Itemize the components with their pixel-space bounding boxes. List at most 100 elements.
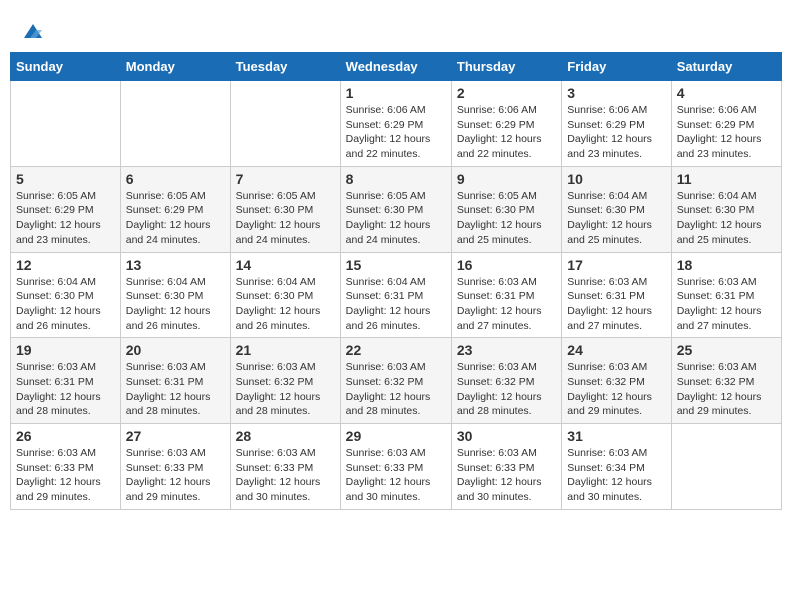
day-info: Sunrise: 6:04 AM Sunset: 6:31 PM Dayligh… [346, 275, 446, 334]
day-info: Sunrise: 6:04 AM Sunset: 6:30 PM Dayligh… [16, 275, 115, 334]
day-info: Sunrise: 6:03 AM Sunset: 6:31 PM Dayligh… [677, 275, 776, 334]
calendar-cell: 13Sunrise: 6:04 AM Sunset: 6:30 PM Dayli… [120, 252, 230, 338]
day-number: 30 [457, 428, 556, 444]
calendar-cell: 23 Sunrise: 6:03 AM Sunset: 6:32 PM Dayli… [451, 338, 561, 424]
calendar-cell: 16 Sunrise: 6:03 AM Sunset: 6:31 PM Dayli… [451, 252, 561, 338]
day-number: 26 [16, 428, 115, 444]
day-number: 22 [346, 342, 446, 358]
calendar-cell [120, 81, 230, 167]
calendar-day-header: Saturday [671, 53, 781, 81]
calendar-cell: 4Sunrise: 6:06 AM Sunset: 6:29 PM Daylig… [671, 81, 781, 167]
day-info: Sunrise: 6:03 AM Sunset: 6:32 PM Dayligh… [567, 360, 665, 419]
day-info: Sunrise: 6:03 AM Sunset: 6:33 PM Dayligh… [16, 446, 115, 505]
logo-icon [22, 20, 44, 42]
day-info: Sunrise: 6:05 AM Sunset: 6:30 PM Dayligh… [457, 189, 556, 248]
day-number: 14 [236, 257, 335, 273]
day-number: 18 [677, 257, 776, 273]
day-number: 19 [16, 342, 115, 358]
calendar-cell: 2Sunrise: 6:06 AM Sunset: 6:29 PM Daylig… [451, 81, 561, 167]
day-number: 29 [346, 428, 446, 444]
calendar-cell: 17Sunrise: 6:03 AM Sunset: 6:31 PM Dayli… [562, 252, 671, 338]
day-number: 9 [457, 171, 556, 187]
day-number: 3 [567, 85, 665, 101]
calendar-cell [230, 81, 340, 167]
calendar-cell: 24 Sunrise: 6:03 AM Sunset: 6:32 PM Dayli… [562, 338, 671, 424]
calendar-day-header: Thursday [451, 53, 561, 81]
calendar-cell: 5 Sunrise: 6:05 AM Sunset: 6:29 PM Daylig… [11, 166, 121, 252]
calendar-cell: 20 Sunrise: 6:03 AM Sunset: 6:31 PM Dayli… [120, 338, 230, 424]
day-number: 6 [126, 171, 225, 187]
calendar-cell: 29 Sunrise: 6:03 AM Sunset: 6:33 PM Dayli… [340, 424, 451, 510]
day-number: 24 [567, 342, 665, 358]
day-number: 5 [16, 171, 115, 187]
day-number: 17 [567, 257, 665, 273]
calendar-week-row: 12Sunrise: 6:04 AM Sunset: 6:30 PM Dayli… [11, 252, 782, 338]
calendar-cell: 12Sunrise: 6:04 AM Sunset: 6:30 PM Dayli… [11, 252, 121, 338]
day-info: Sunrise: 6:06 AM Sunset: 6:29 PM Dayligh… [567, 103, 665, 162]
calendar-cell: 27 Sunrise: 6:03 AM Sunset: 6:33 PM Dayli… [120, 424, 230, 510]
calendar-cell: 3 Sunrise: 6:06 AM Sunset: 6:29 PM Daylig… [562, 81, 671, 167]
calendar-cell: 22 Sunrise: 6:03 AM Sunset: 6:32 PM Dayli… [340, 338, 451, 424]
day-info: Sunrise: 6:03 AM Sunset: 6:31 PM Dayligh… [126, 360, 225, 419]
calendar-cell [671, 424, 781, 510]
day-info: Sunrise: 6:03 AM Sunset: 6:33 PM Dayligh… [346, 446, 446, 505]
day-number: 31 [567, 428, 665, 444]
day-info: Sunrise: 6:03 AM Sunset: 6:33 PM Dayligh… [457, 446, 556, 505]
day-number: 23 [457, 342, 556, 358]
calendar-cell [11, 81, 121, 167]
day-info: Sunrise: 6:03 AM Sunset: 6:33 PM Dayligh… [126, 446, 225, 505]
day-info: Sunrise: 6:03 AM Sunset: 6:31 PM Dayligh… [457, 275, 556, 334]
calendar-header-row: SundayMondayTuesdayWednesdayThursdayFrid… [11, 53, 782, 81]
logo [20, 20, 44, 42]
day-number: 7 [236, 171, 335, 187]
day-number: 21 [236, 342, 335, 358]
calendar-cell: 19Sunrise: 6:03 AM Sunset: 6:31 PM Dayli… [11, 338, 121, 424]
calendar-cell: 18 Sunrise: 6:03 AM Sunset: 6:31 PM Dayli… [671, 252, 781, 338]
day-info: Sunrise: 6:04 AM Sunset: 6:30 PM Dayligh… [126, 275, 225, 334]
calendar-cell: 7 Sunrise: 6:05 AM Sunset: 6:30 PM Daylig… [230, 166, 340, 252]
day-info: Sunrise: 6:03 AM Sunset: 6:32 PM Dayligh… [236, 360, 335, 419]
day-info: Sunrise: 6:06 AM Sunset: 6:29 PM Dayligh… [346, 103, 446, 162]
day-info: Sunrise: 6:03 AM Sunset: 6:33 PM Dayligh… [236, 446, 335, 505]
calendar-cell: 28 Sunrise: 6:03 AM Sunset: 6:33 PM Dayli… [230, 424, 340, 510]
day-info: Sunrise: 6:03 AM Sunset: 6:34 PM Dayligh… [567, 446, 665, 505]
day-info: Sunrise: 6:03 AM Sunset: 6:32 PM Dayligh… [346, 360, 446, 419]
calendar-day-header: Tuesday [230, 53, 340, 81]
calendar-cell: 6 Sunrise: 6:05 AM Sunset: 6:29 PM Daylig… [120, 166, 230, 252]
day-number: 27 [126, 428, 225, 444]
calendar-week-row: 19 Sunrise: 6:03 AM Sunset: 6:31 PM Dayli… [11, 338, 782, 424]
day-info: Sunrise: 6:05 AM Sunset: 6:30 PM Dayligh… [346, 189, 446, 248]
day-number: 11 [677, 171, 776, 187]
day-number: 20 [126, 342, 225, 358]
calendar-cell: 8 Sunrise: 6:05 AM Sunset: 6:30 PM Daylig… [340, 166, 451, 252]
day-info: Sunrise: 6:06 AM Sunset: 6:29 PM Dayligh… [457, 103, 556, 162]
day-info: Sunrise: 6:03 AM Sunset: 6:32 PM Dayligh… [677, 360, 776, 419]
calendar-day-header: Wednesday [340, 53, 451, 81]
day-number: 15 [346, 257, 446, 273]
day-number: 16 [457, 257, 556, 273]
calendar-table: SundayMondayTuesdayWednesdayThursdayFrid… [10, 52, 782, 510]
calendar-day-header: Monday [120, 53, 230, 81]
calendar-cell: 1 Sunrise: 6:06 AM Sunset: 6:29 PM Daylig… [340, 81, 451, 167]
calendar-cell: 11 Sunrise: 6:04 AM Sunset: 6:30 PM Dayli… [671, 166, 781, 252]
calendar-cell: 15 Sunrise: 6:04 AM Sunset: 6:31 PM Dayli… [340, 252, 451, 338]
day-number: 4 [677, 85, 776, 101]
calendar-week-row: 5 Sunrise: 6:05 AM Sunset: 6:29 PM Daylig… [11, 166, 782, 252]
calendar-cell: 25Sunrise: 6:03 AM Sunset: 6:32 PM Dayli… [671, 338, 781, 424]
calendar-week-row: 26 Sunrise: 6:03 AM Sunset: 6:33 PM Dayli… [11, 424, 782, 510]
day-info: Sunrise: 6:03 AM Sunset: 6:32 PM Dayligh… [457, 360, 556, 419]
calendar-day-header: Sunday [11, 53, 121, 81]
day-info: Sunrise: 6:04 AM Sunset: 6:30 PM Dayligh… [677, 189, 776, 248]
calendar-cell: 30 Sunrise: 6:03 AM Sunset: 6:33 PM Dayli… [451, 424, 561, 510]
calendar-cell: 14Sunrise: 6:04 AM Sunset: 6:30 PM Dayli… [230, 252, 340, 338]
day-number: 8 [346, 171, 446, 187]
day-number: 28 [236, 428, 335, 444]
day-number: 1 [346, 85, 446, 101]
day-info: Sunrise: 6:05 AM Sunset: 6:29 PM Dayligh… [126, 189, 225, 248]
calendar-cell: 26 Sunrise: 6:03 AM Sunset: 6:33 PM Dayli… [11, 424, 121, 510]
day-info: Sunrise: 6:05 AM Sunset: 6:29 PM Dayligh… [16, 189, 115, 248]
calendar-week-row: 1 Sunrise: 6:06 AM Sunset: 6:29 PM Daylig… [11, 81, 782, 167]
calendar-cell: 21 Sunrise: 6:03 AM Sunset: 6:32 PM Dayli… [230, 338, 340, 424]
calendar-cell: 31 Sunrise: 6:03 AM Sunset: 6:34 PM Dayli… [562, 424, 671, 510]
day-info: Sunrise: 6:05 AM Sunset: 6:30 PM Dayligh… [236, 189, 335, 248]
